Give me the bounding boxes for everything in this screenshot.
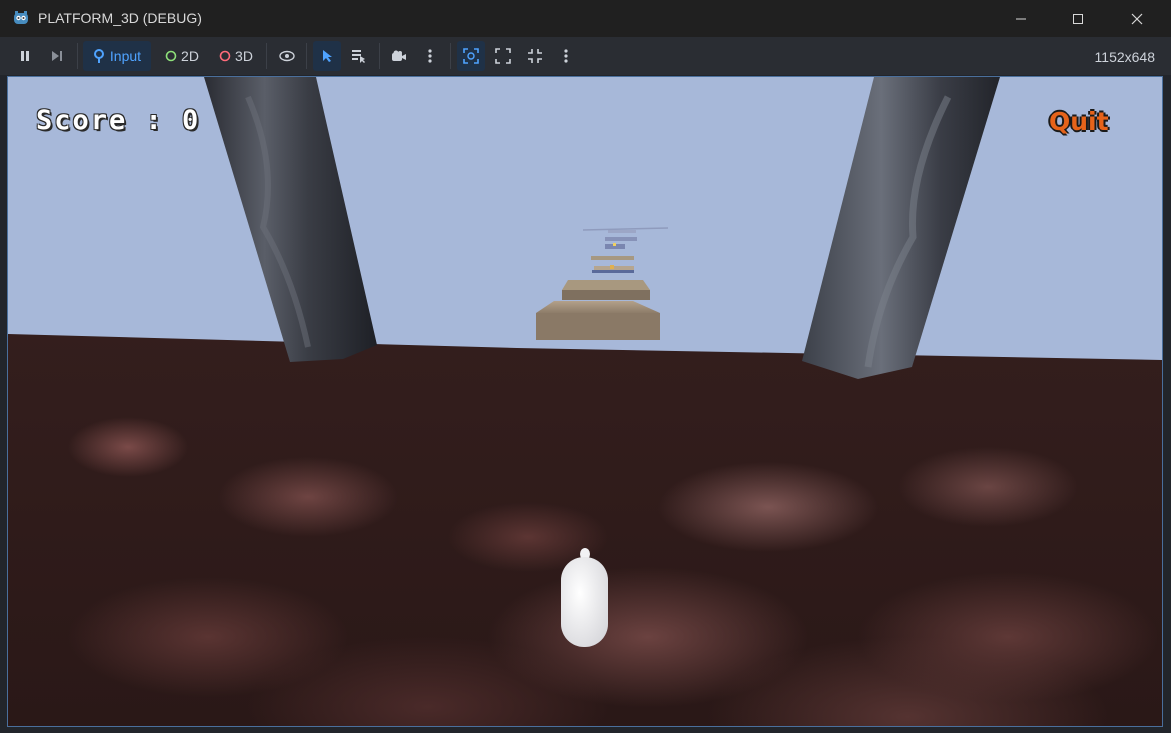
close-button[interactable] <box>1114 0 1160 37</box>
minimize-button[interactable] <box>998 0 1044 37</box>
circle-3d-icon <box>219 50 231 62</box>
more-options-button-2[interactable] <box>555 41 577 71</box>
godot-icon <box>14 11 28 24</box>
more-icon <box>428 49 432 63</box>
visibility-button[interactable] <box>273 41 301 71</box>
scene-objects <box>204 77 1000 647</box>
right-pillar <box>802 77 1000 379</box>
list-select-button[interactable] <box>345 41 373 71</box>
minimize-icon <box>1016 18 1026 19</box>
resolution-label: 1152x648 <box>1094 49 1155 65</box>
more-icon <box>564 49 568 63</box>
step-button[interactable] <box>44 41 70 71</box>
pointer-icon <box>323 50 332 62</box>
game-viewport[interactable]: Score : 0 Quit <box>7 76 1163 727</box>
title-bar: PLATFORM_3D (DEBUG) <box>0 0 1171 37</box>
fullscreen-button[interactable] <box>489 41 517 71</box>
mode-3d-button[interactable]: 3D <box>212 41 260 71</box>
mode-3d-label: 3D <box>235 48 253 64</box>
score-label: Score : 0 <box>36 105 201 136</box>
focus-button[interactable] <box>457 41 485 71</box>
pause-icon <box>21 51 29 61</box>
player-capsule <box>561 548 608 647</box>
left-pillar <box>204 77 377 362</box>
fullscreen-icon <box>495 48 511 64</box>
more-options-button[interactable] <box>419 41 441 71</box>
window-title: PLATFORM_3D (DEBUG) <box>38 10 202 26</box>
input-toggle-button[interactable]: Input <box>83 41 151 71</box>
toolbar-divider <box>77 43 78 69</box>
toolbar-divider <box>450 43 451 69</box>
quit-button[interactable]: Quit <box>1049 107 1109 136</box>
toolbar-divider <box>266 43 267 69</box>
focus-icon <box>463 48 479 64</box>
select-button[interactable] <box>313 41 341 71</box>
debug-toolbar: Input 2D 3D 1152x648 <box>0 37 1171 75</box>
camera-icon <box>392 50 406 61</box>
step-icon <box>52 51 62 61</box>
platform-path <box>536 227 669 340</box>
mode-2d-label: 2D <box>181 48 199 64</box>
maximize-icon <box>1073 13 1083 24</box>
input-icon <box>93 49 104 63</box>
game-window: PLATFORM_3D (DEBUG) Input 2D 3D 1152x648… <box>0 0 1171 733</box>
pause-button[interactable] <box>12 41 38 71</box>
circle-2d-icon <box>165 50 177 62</box>
expand-button[interactable] <box>521 41 549 71</box>
toolbar-divider <box>379 43 380 69</box>
eye-icon <box>279 50 295 62</box>
toolbar-divider <box>306 43 307 69</box>
input-label: Input <box>109 48 142 64</box>
expand-icon <box>528 49 542 63</box>
list-select-icon <box>352 50 365 63</box>
maximize-button[interactable] <box>1055 0 1101 37</box>
camera-override-button[interactable] <box>385 41 413 71</box>
mode-2d-button[interactable]: 2D <box>158 41 206 71</box>
close-icon <box>1131 13 1143 24</box>
